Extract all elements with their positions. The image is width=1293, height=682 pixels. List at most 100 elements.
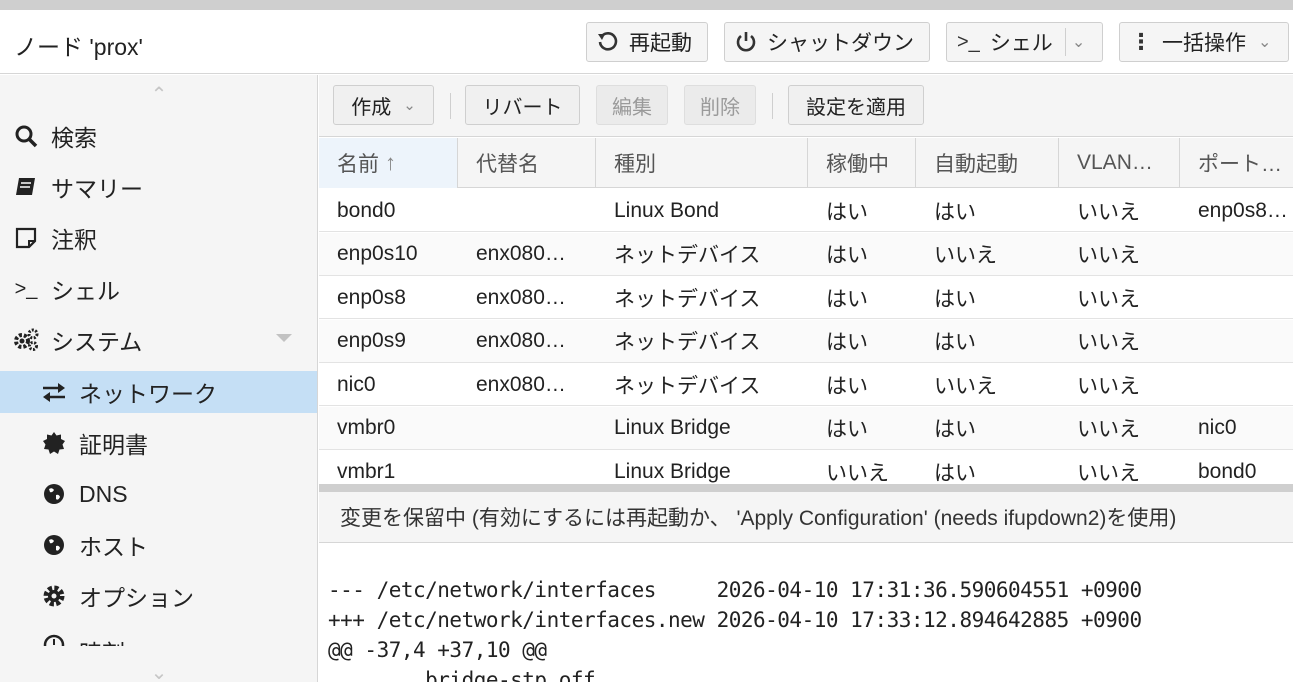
- bulk-actions-label: 一括操作: [1162, 32, 1246, 55]
- column-header-autostart[interactable]: 自動起動: [916, 138, 1059, 188]
- cell-name: vmbr0: [337, 416, 396, 439]
- delete-label: 削除: [700, 96, 740, 119]
- cell-active: はい: [826, 244, 868, 267]
- table-row[interactable]: vmbr1 Linux Bridge いいえ はい いいえ bond0: [319, 450, 1293, 484]
- table-row[interactable]: enp0s8 enx080… ネットデバイス はい はい いいえ: [319, 276, 1293, 319]
- cell-vlan: いいえ: [1077, 200, 1140, 224]
- sidebar-item-notes[interactable]: 注釈: [0, 217, 317, 259]
- collapse-arrow-icon[interactable]: [276, 334, 292, 342]
- bulk-actions-button[interactable]: ⋮ 一括操作 ⌄: [1119, 22, 1289, 62]
- diff-line: +++ /etc/network/interfaces.new 2026-04-…: [328, 608, 1142, 632]
- cell-active: はい: [826, 287, 868, 311]
- column-header-active[interactable]: 稼働中: [808, 138, 916, 188]
- page-title: ノード 'prox': [14, 34, 143, 60]
- chevron-down-icon[interactable]: ⌄: [1072, 32, 1085, 52]
- column-header-ports[interactable]: ポート…: [1180, 138, 1293, 188]
- cell-type: ネットデバイス: [614, 287, 761, 311]
- cell-ports: nic0: [1198, 416, 1237, 439]
- sidebar-item-label: 時刻: [79, 634, 125, 646]
- sidebar-item-certificates[interactable]: 証明書: [0, 422, 317, 464]
- clock-icon: [41, 634, 67, 646]
- table-row[interactable]: nic0 enx080… ネットデバイス はい いいえ いいえ: [319, 363, 1293, 406]
- cell-altname: enx080…: [476, 242, 566, 265]
- exchange-icon: [41, 381, 67, 403]
- panel-splitter[interactable]: [319, 484, 1293, 492]
- table-row[interactable]: enp0s9 enx080… ネットデバイス はい はい いいえ: [319, 319, 1293, 363]
- table-row[interactable]: bond0 Linux Bond はい はい いいえ enp0s8…: [319, 189, 1293, 232]
- table-row[interactable]: enp0s10 enx080… ネットデバイス はい いいえ いいえ: [319, 232, 1293, 276]
- sidebar-item-label: シェル: [51, 278, 120, 304]
- cell-active: はい: [826, 331, 868, 354]
- apply-configuration-button[interactable]: 設定を適用: [788, 85, 924, 125]
- kebab-icon: ⋮: [1130, 29, 1152, 54]
- sidebar-item-options[interactable]: オプション: [0, 575, 317, 617]
- edit-button[interactable]: 編集: [596, 85, 668, 125]
- cell-vlan: いいえ: [1077, 244, 1140, 267]
- cell-altname: enx080…: [476, 285, 566, 309]
- scroll-down-icon[interactable]: ⌄: [145, 663, 173, 682]
- reboot-button[interactable]: 再起動: [586, 22, 708, 62]
- sidebar-item-label: ホスト: [79, 534, 148, 560]
- cell-type: ネットデバイス: [614, 244, 761, 267]
- create-button[interactable]: 作成 ⌄: [333, 85, 434, 125]
- sidebar-item-system[interactable]: システム: [0, 319, 317, 361]
- cell-name: vmbr1: [337, 459, 396, 483]
- reboot-label: 再起動: [629, 32, 692, 55]
- table-row[interactable]: vmbr0 Linux Bridge はい はい いいえ nic0: [319, 406, 1293, 450]
- sidebar-item-network[interactable]: ネットワーク: [0, 371, 317, 413]
- delete-button[interactable]: 削除: [684, 85, 756, 125]
- sidebar-item-shell[interactable]: >_ シェル: [0, 268, 317, 310]
- sidebar-item-hosts[interactable]: ホスト: [0, 524, 317, 566]
- cell-altname: enx080…: [476, 329, 566, 352]
- shell-label: シェル: [989, 32, 1053, 55]
- cell-type: ネットデバイス: [614, 374, 761, 398]
- grid-header: 名前 ↑ 代替名 種別 稼働中 自動起動 VLAN… ポート…: [319, 138, 1293, 188]
- cell-type: Linux Bond: [614, 198, 720, 222]
- cell-ports: enp0s8…: [1198, 198, 1288, 222]
- cell-type: Linux Bridge: [614, 416, 731, 439]
- cell-name: enp0s9: [337, 329, 406, 352]
- cell-altname: enx080…: [476, 372, 566, 396]
- revert-button[interactable]: リバート: [465, 85, 580, 125]
- shutdown-button[interactable]: シャットダウン: [724, 22, 930, 62]
- cell-name: bond0: [337, 198, 396, 222]
- sidebar: ⌃ 検索 サマリー 注釈 >_ シェル システム ネットワーク 証明書 DNS …: [0, 75, 318, 682]
- chevron-down-icon: ⌄: [1258, 34, 1272, 51]
- cell-type: Linux Bridge: [614, 459, 731, 483]
- sidebar-item-label: ネットワーク: [79, 381, 217, 407]
- cell-active: はい: [826, 418, 868, 441]
- shell-button[interactable]: >_ シェル ⌄: [946, 22, 1103, 62]
- scroll-up-icon[interactable]: ⌃: [145, 85, 173, 105]
- cell-ports: [1180, 276, 1293, 319]
- cell-vlan: いいえ: [1077, 461, 1140, 485]
- undo-icon: [597, 31, 619, 53]
- diff-line: @@ -37,4 +37,10 @@: [328, 638, 547, 662]
- cell-name: enp0s10: [337, 242, 418, 265]
- sidebar-item-time[interactable]: 時刻: [0, 626, 317, 646]
- gears-icon: [13, 328, 39, 352]
- sidebar-item-label: システム: [51, 329, 143, 355]
- cell-autostart: いいえ: [934, 244, 997, 267]
- sidebar-item-label: DNS: [79, 480, 128, 507]
- column-header-altname[interactable]: 代替名: [458, 138, 596, 188]
- sidebar-item-dns[interactable]: DNS: [0, 473, 317, 515]
- cell-autostart: はい: [934, 461, 976, 485]
- column-header-type[interactable]: 種別: [596, 138, 808, 188]
- sidebar-item-search[interactable]: 検索: [0, 115, 317, 157]
- network-toolbar: 作成 ⌄ リバート 編集 削除 設定を適用: [319, 75, 1293, 137]
- cell-autostart: はい: [934, 200, 976, 224]
- cell-active: はい: [826, 374, 868, 398]
- terminal-icon: >_: [14, 277, 38, 300]
- cell-type: ネットデバイス: [614, 331, 761, 354]
- globe-icon: [41, 534, 67, 556]
- sidebar-item-label: オプション: [79, 585, 194, 611]
- column-header-name[interactable]: 名前 ↑: [319, 138, 458, 188]
- sidebar-item-label: 証明書: [79, 432, 148, 458]
- globe-icon: [41, 483, 67, 505]
- sidebar-item-summary[interactable]: サマリー: [0, 166, 317, 208]
- book-icon: [13, 175, 39, 199]
- diff-panel: --- /etc/network/interfaces 2026-04-10 1…: [319, 544, 1293, 682]
- apply-label: 設定を適用: [806, 96, 906, 119]
- sidebar-item-label: 検索: [51, 125, 97, 151]
- column-header-vlan[interactable]: VLAN…: [1059, 138, 1180, 188]
